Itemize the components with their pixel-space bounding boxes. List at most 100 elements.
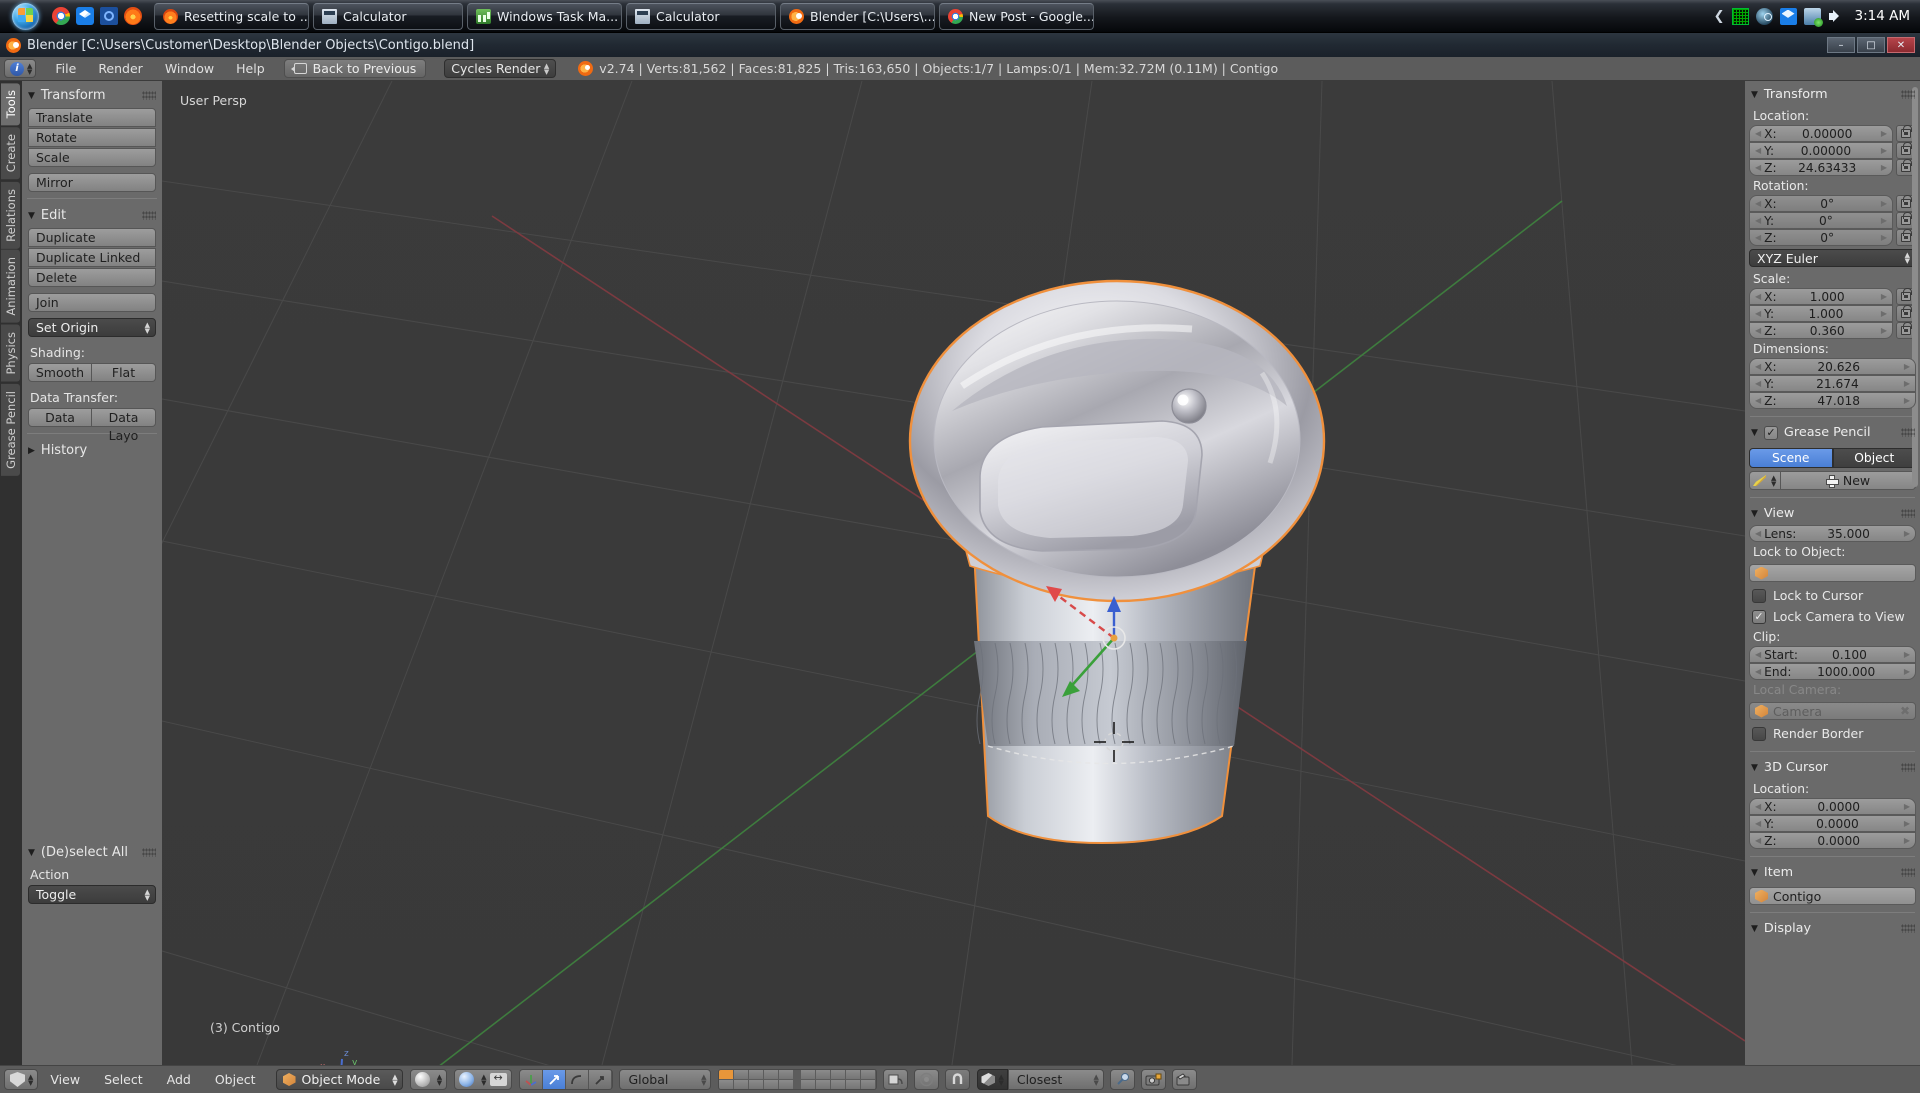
- taskbar-item[interactable]: Resetting scale to ...: [154, 2, 309, 30]
- dimensions-x-field[interactable]: ◀ X: 20.626 ▶: [1749, 358, 1916, 375]
- layer-cell[interactable]: [846, 1070, 862, 1080]
- clip-start-field[interactable]: ◀ Start: 0.100 ▶: [1749, 646, 1916, 663]
- taskbar-item[interactable]: Windows Task Ma...: [467, 2, 622, 30]
- dimensions-z-field[interactable]: ◀ Z: 47.018 ▶: [1749, 392, 1916, 409]
- smooth-button[interactable]: Smooth: [28, 363, 92, 382]
- location-y-field[interactable]: ◀ Y: 0.00000 ▶: [1749, 142, 1893, 159]
- layer-cell[interactable]: [831, 1080, 847, 1089]
- gp-scene-button[interactable]: Scene: [1749, 448, 1833, 468]
- render-border-checkbox[interactable]: [1752, 726, 1766, 741]
- layer-cell[interactable]: [734, 1080, 750, 1089]
- right-arrow-icon[interactable]: ▶: [1904, 362, 1910, 371]
- local-camera-field[interactable]: Camera ✖: [1749, 702, 1916, 720]
- layer-cell[interactable]: [719, 1070, 735, 1080]
- taskbar-item[interactable]: Calculator: [313, 2, 463, 30]
- layer-cell[interactable]: [749, 1080, 765, 1089]
- rotation-z-field[interactable]: ◀ Z: 0° ▶: [1749, 229, 1893, 246]
- lock-to-object-field[interactable]: [1749, 564, 1916, 582]
- mirror-button[interactable]: Mirror: [28, 173, 156, 192]
- tool-tab-create[interactable]: Create: [1, 127, 20, 180]
- lock-camera-to-view-checkbox[interactable]: ✓: [1752, 609, 1766, 624]
- right-arrow-icon[interactable]: ▶: [1881, 326, 1887, 335]
- right-arrow-icon[interactable]: ▶: [1881, 129, 1887, 138]
- cursor-panel-header[interactable]: ▼ 3D Cursor: [1745, 754, 1920, 779]
- action-dropdown[interactable]: Toggle ▲ ▼: [28, 885, 156, 904]
- tool-tab-relations[interactable]: Relations: [1, 181, 20, 249]
- right-arrow-icon[interactable]: ▶: [1904, 650, 1910, 659]
- item-name-field[interactable]: Contigo: [1749, 887, 1916, 905]
- tool-tab-tools[interactable]: Tools: [1, 83, 20, 126]
- right-arrow-icon[interactable]: ▶: [1881, 146, 1887, 155]
- right-arrow-icon[interactable]: ▶: [1881, 216, 1887, 225]
- join-button[interactable]: Join: [28, 293, 156, 312]
- edit-section-header[interactable]: ▼ Edit: [22, 201, 162, 228]
- gp-object-button[interactable]: Object: [1832, 448, 1916, 468]
- network-icon[interactable]: [1803, 7, 1823, 27]
- cursor-z-field[interactable]: ◀ Z: 0.0000 ▶: [1749, 832, 1916, 849]
- dropbox-icon[interactable]: [1779, 7, 1797, 25]
- layer-cell[interactable]: [779, 1070, 795, 1080]
- right-arrow-icon[interactable]: ▶: [1904, 529, 1910, 538]
- set-origin-dropdown[interactable]: Set Origin ▲ ▼: [28, 318, 156, 337]
- dropbox-icon[interactable]: [76, 7, 94, 25]
- right-arrow-icon[interactable]: ▶: [1904, 836, 1910, 845]
- back-to-previous-button[interactable]: Back to Previous: [283, 59, 427, 78]
- right-arrow-icon[interactable]: ▶: [1904, 802, 1910, 811]
- tool-tab-grease-pencil[interactable]: Grease Pencil: [1, 383, 20, 476]
- layer-cell[interactable]: [764, 1070, 780, 1080]
- rotate-button[interactable]: Rotate: [28, 128, 156, 147]
- data-button[interactable]: Data: [28, 408, 92, 427]
- translate-button[interactable]: Translate: [28, 108, 156, 127]
- tool-tab-animation[interactable]: Animation: [1, 250, 20, 324]
- volume-icon[interactable]: [1828, 8, 1845, 25]
- menu-file[interactable]: File: [44, 61, 87, 76]
- close-button[interactable]: ✕: [1887, 37, 1915, 53]
- scale-button[interactable]: Scale: [28, 148, 156, 167]
- taskbar-item[interactable]: Calculator: [626, 2, 776, 30]
- data-layout-button[interactable]: Data Layo: [92, 408, 156, 443]
- tool-tab-physics[interactable]: Physics: [1, 325, 20, 382]
- location-z-field[interactable]: ◀ Z: 24.63433 ▶: [1749, 159, 1893, 176]
- clip-end-field[interactable]: ◀ End: 1000.000 ▶: [1749, 663, 1916, 680]
- dimensions-y-field[interactable]: ◀ Y: 21.674 ▶: [1749, 375, 1916, 392]
- layer-cell[interactable]: [831, 1070, 847, 1080]
- duplicate-button[interactable]: Duplicate: [28, 228, 156, 247]
- editor-type-selector[interactable]: i ▲ ▼: [4, 59, 37, 78]
- taskbar-item[interactable]: New Post - Google...: [939, 2, 1094, 30]
- taskbar-item-blender[interactable]: Blender [C:\Users\...: [780, 2, 935, 30]
- display-panel-header[interactable]: ▼ Display: [1745, 915, 1920, 940]
- location-x-field[interactable]: ◀ X: 0.00000 ▶: [1749, 125, 1893, 142]
- lock-camera-to-view-row[interactable]: ✓ Lock Camera to View: [1745, 606, 1920, 627]
- right-arrow-icon[interactable]: ▶: [1881, 233, 1887, 242]
- lens-field[interactable]: ◀ Lens: 35.000 ▶: [1749, 525, 1916, 542]
- layer-cell[interactable]: [779, 1080, 795, 1089]
- grease-pencil-new-button[interactable]: New: [1781, 471, 1916, 490]
- menu-window[interactable]: Window: [154, 61, 225, 76]
- duplicate-linked-button[interactable]: Duplicate Linked: [28, 248, 156, 267]
- layer-cell[interactable]: [816, 1080, 832, 1089]
- right-arrow-icon[interactable]: ▶: [1881, 199, 1887, 208]
- render-engine-selector[interactable]: Cycles Render ▲ ▼: [444, 59, 557, 78]
- right-arrow-icon[interactable]: ▶: [1904, 379, 1910, 388]
- layer-cell[interactable]: [719, 1080, 735, 1089]
- right-arrow-icon[interactable]: ▶: [1881, 309, 1887, 318]
- item-panel-header[interactable]: ▼ Item: [1745, 859, 1920, 884]
- view-panel-header[interactable]: ▼ View: [1745, 500, 1920, 525]
- cursor-x-field[interactable]: ◀ X: 0.0000 ▶: [1749, 798, 1916, 815]
- layer-cell[interactable]: [764, 1080, 780, 1089]
- render-border-row[interactable]: Render Border: [1745, 723, 1920, 744]
- grease-pencil-panel-header[interactable]: ▼ ✓ Grease Pencil: [1745, 419, 1920, 444]
- chrome-icon[interactable]: [52, 7, 70, 25]
- cursor-y-field[interactable]: ◀ Y: 0.0000 ▶: [1749, 815, 1916, 832]
- start-button[interactable]: [2, 1, 48, 32]
- grid-icon[interactable]: [1731, 7, 1749, 25]
- maximize-button[interactable]: □: [1857, 37, 1885, 53]
- flat-button[interactable]: Flat: [92, 363, 156, 382]
- layer-cell[interactable]: [846, 1080, 862, 1089]
- menu-help[interactable]: Help: [225, 61, 276, 76]
- clear-icon[interactable]: ✖: [1900, 704, 1910, 718]
- grease-pencil-browse-button[interactable]: ▲ ▼: [1749, 471, 1781, 490]
- layer-cell[interactable]: [816, 1070, 832, 1080]
- layer-cell[interactable]: [734, 1070, 750, 1080]
- right-arrow-icon[interactable]: ▶: [1904, 396, 1910, 405]
